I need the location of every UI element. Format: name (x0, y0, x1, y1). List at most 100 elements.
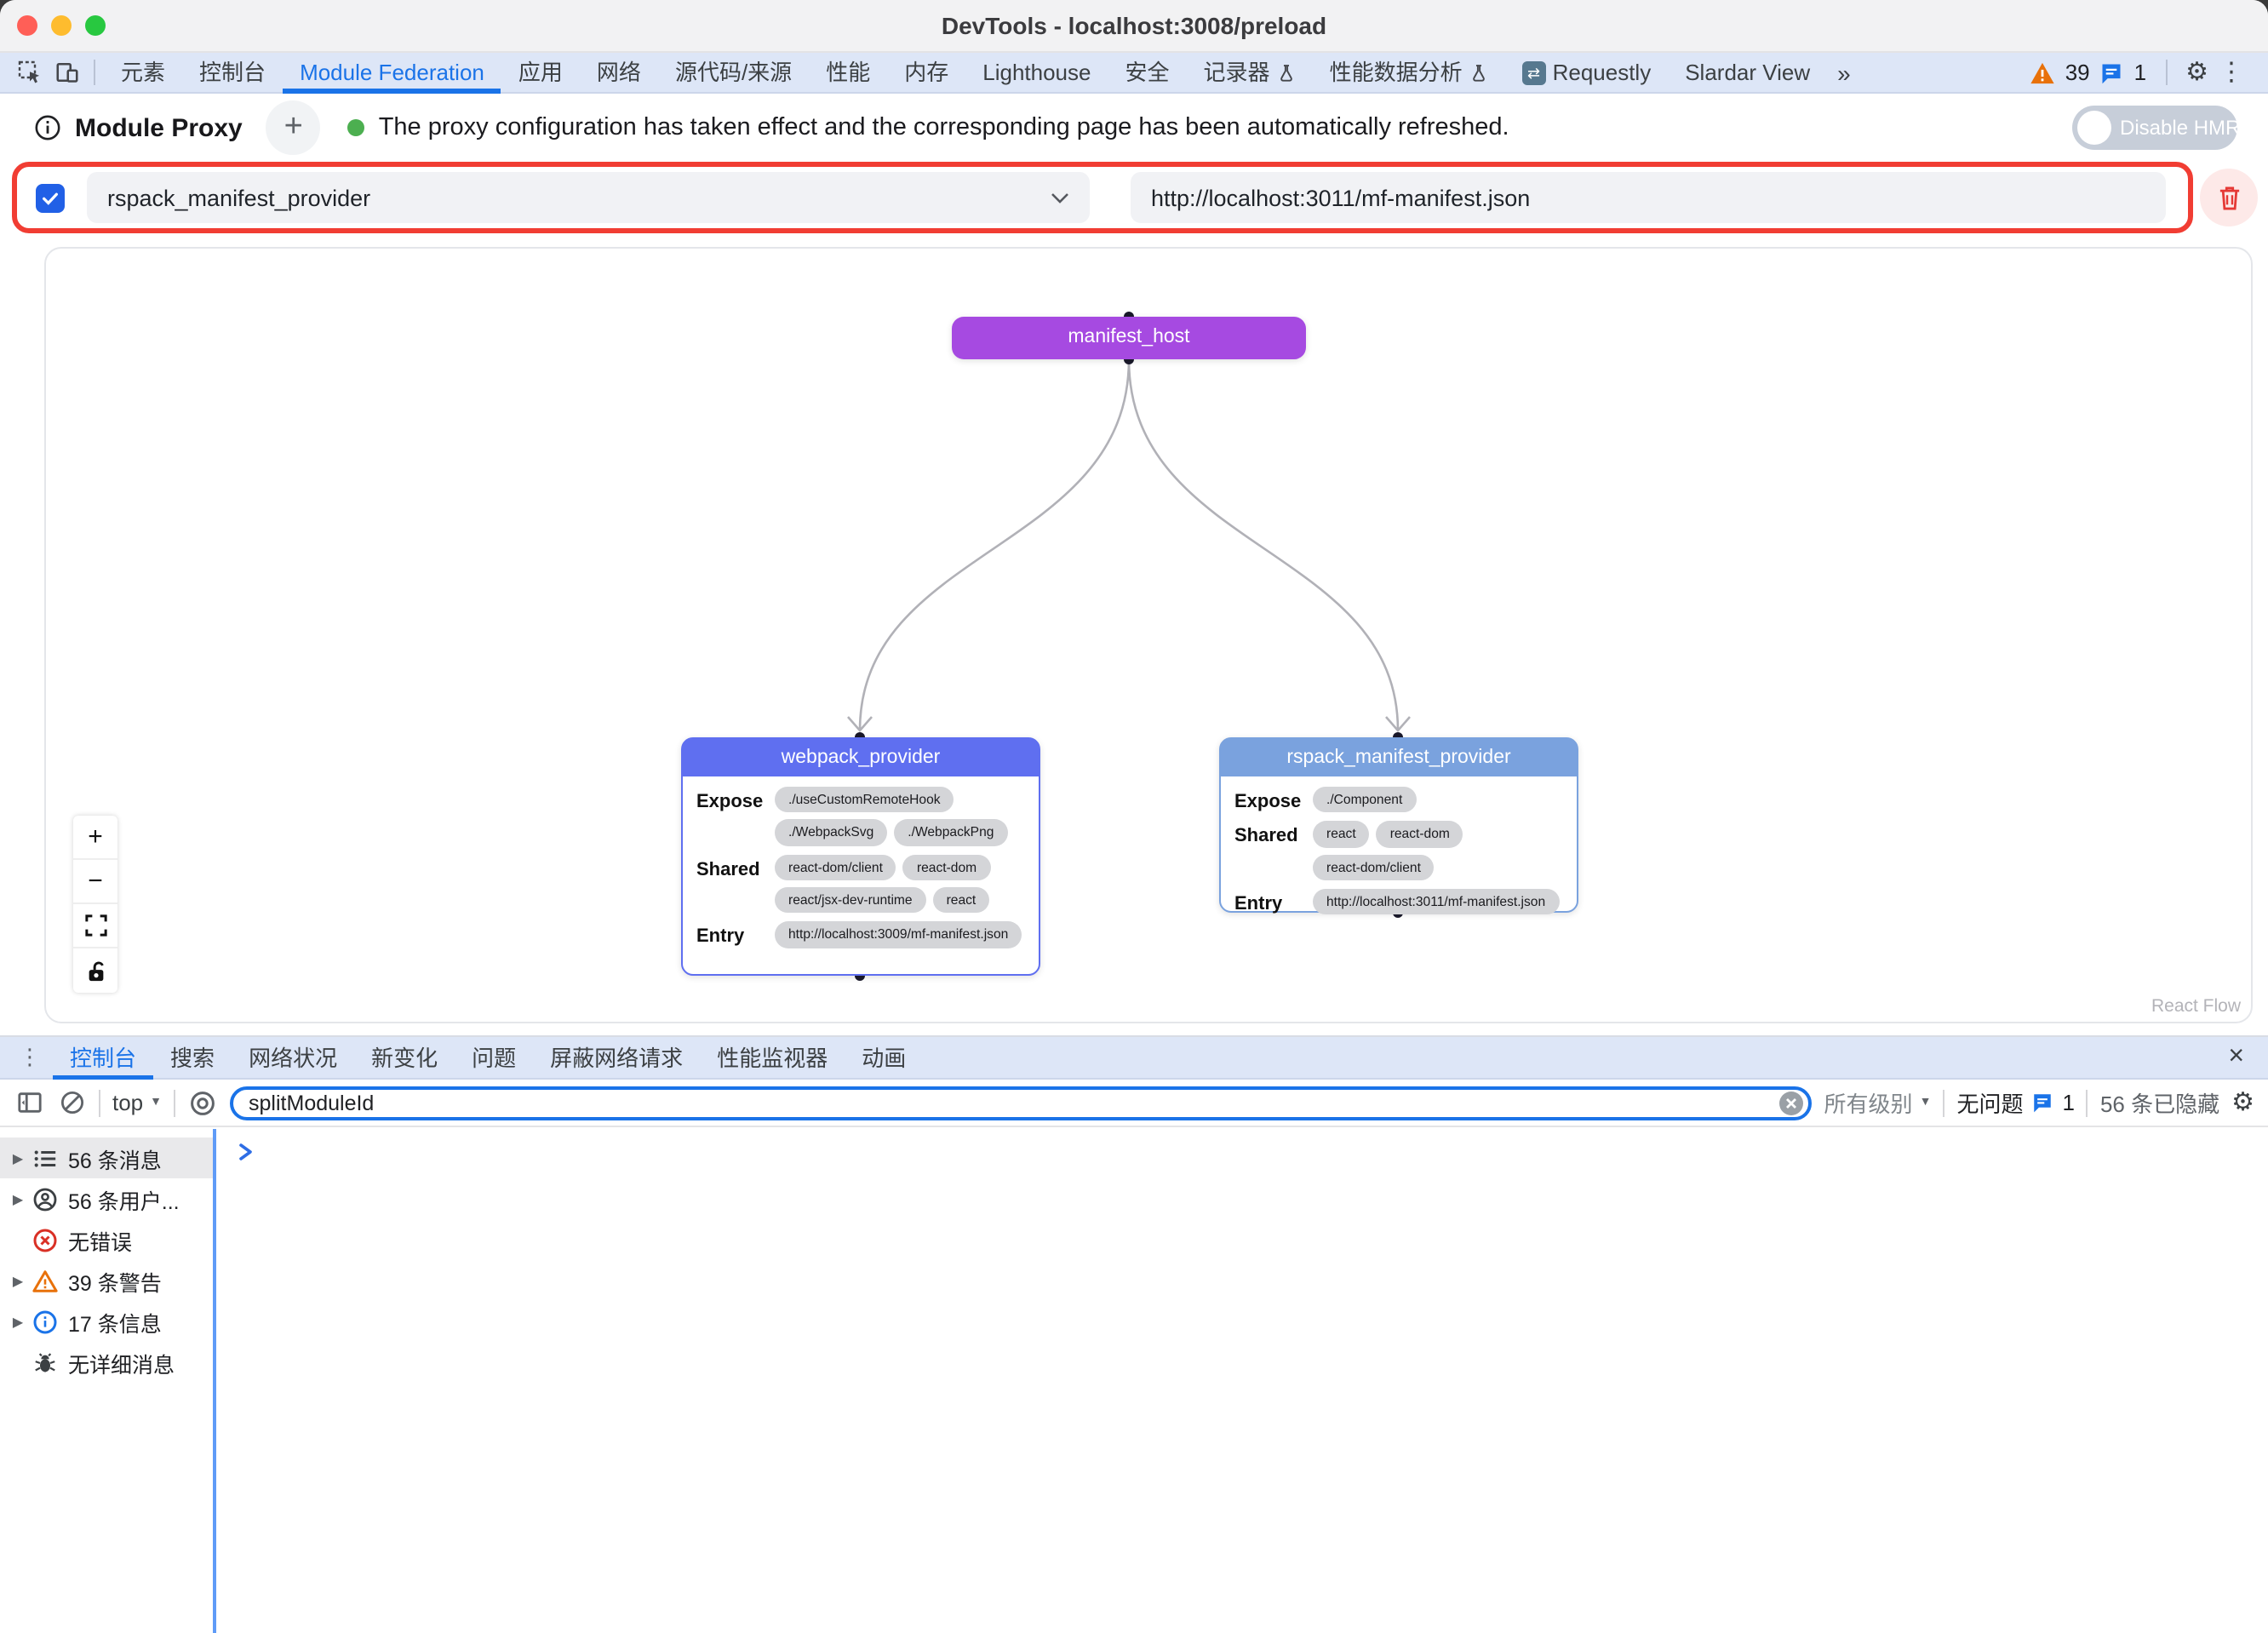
tab-module-federation[interactable]: Module Federation (283, 52, 501, 93)
minimize-window-button[interactable] (51, 15, 72, 36)
device-toolbar-icon[interactable] (48, 54, 85, 91)
more-options-icon[interactable]: ⋮ (2219, 60, 2244, 85)
sidebar-item-verbose[interactable]: 无详细消息 (0, 1342, 213, 1383)
divider (94, 60, 95, 85)
close-drawer-icon[interactable]: × (2228, 1044, 2244, 1071)
tag-pill: react-dom/client (775, 854, 896, 880)
proxy-panel-title: Module Proxy (75, 113, 243, 142)
shared-pills: reactreact-domreact-dom/client (1313, 822, 1563, 880)
tab-elements[interactable]: 元素 (104, 52, 182, 93)
console-settings-gear-icon[interactable]: ⚙ (2231, 1090, 2254, 1115)
more-tabs-icon[interactable]: » (1827, 59, 1861, 86)
console-filter-input[interactable] (233, 1089, 1809, 1116)
context-selector[interactable]: top▼ (112, 1090, 162, 1115)
tab-performance[interactable]: 性能 (809, 52, 887, 93)
divider (1943, 1089, 1944, 1116)
provider-select-value: rspack_manifest_provider (107, 185, 1051, 210)
tab-application[interactable]: 应用 (501, 52, 580, 93)
bug-icon (31, 1349, 58, 1376)
drawer-tab-performance-monitor[interactable]: 性能监视器 (700, 1036, 845, 1079)
drawer-tab-network-blocking[interactable]: 屏蔽网络请求 (533, 1036, 700, 1079)
tab-memory[interactable]: 内存 (887, 52, 965, 93)
node-webpack-provider[interactable]: webpack_provider Expose./useCustomRemote… (681, 737, 1040, 976)
message-icon[interactable] (2100, 60, 2124, 84)
drawer-tab-console[interactable]: 控制台 (53, 1036, 153, 1079)
rule-enabled-checkbox[interactable] (36, 183, 65, 212)
zoom-out-button[interactable]: − (73, 860, 117, 904)
expose-pills: ./Component (1313, 787, 1416, 813)
tab-performance-insights[interactable]: 性能数据分析 (1313, 52, 1505, 93)
hidden-messages-count[interactable]: 56 条已隐藏 (2100, 1086, 2219, 1119)
sidebar-item-warnings[interactable]: ▶ 39 条警告 (0, 1260, 213, 1301)
expose-pills: ./useCustomRemoteHook./WebpackSvg./Webpa… (775, 787, 1025, 845)
drawer-tab-changes[interactable]: 新变化 (354, 1036, 455, 1079)
tab-sources[interactable]: 源代码/来源 (658, 52, 809, 93)
info-icon (34, 114, 61, 141)
close-window-button[interactable] (17, 15, 37, 36)
sidebar-item-user-messages[interactable]: ▶ 56 条用户... (0, 1178, 213, 1219)
divider (2087, 1089, 2088, 1116)
console-sidebar-toggle-icon[interactable] (14, 1087, 44, 1118)
sidebar-item-info[interactable]: ▶ 17 条信息 (0, 1301, 213, 1342)
tag-pill: react/jsx-dev-runtime (775, 887, 926, 914)
drawer-tab-network-conditions[interactable]: 网络状况 (232, 1036, 354, 1079)
drawer-menu-icon[interactable]: ⋮ (7, 1044, 53, 1071)
disable-hmr-toggle[interactable]: Disable HMR (2072, 106, 2237, 150)
tab-security[interactable]: 安全 (1108, 52, 1187, 93)
console-toolbar: top▼ 所有级别▼ 无问题 1 56 条已隐藏 ⚙ (0, 1080, 2268, 1127)
sidebar-item-messages[interactable]: ▶ 56 条消息 (0, 1137, 213, 1178)
eye-icon[interactable] (187, 1087, 218, 1118)
console-body: ▶ 56 条消息 ▶ 56 条用户... 无错误 ▶ 39 条 (0, 1129, 2268, 1633)
flask-icon (1469, 62, 1488, 83)
settings-gear-icon[interactable]: ⚙ (2185, 60, 2208, 85)
tab-requestly[interactable]: ⇄Requestly (1505, 52, 1669, 93)
tab-network[interactable]: 网络 (580, 52, 658, 93)
tab-lighthouse[interactable]: Lighthouse (965, 52, 1108, 93)
clear-console-icon[interactable] (56, 1087, 87, 1118)
drawer-tab-animations[interactable]: 动画 (845, 1036, 923, 1079)
collapse-arrow-icon[interactable]: ▶ (9, 1314, 27, 1329)
message-count[interactable]: 1 (2134, 60, 2146, 85)
warning-icon[interactable] (2030, 60, 2055, 84)
zoom-in-button[interactable]: + (73, 816, 117, 860)
manifest-url-input[interactable] (1131, 172, 2166, 223)
entry-label: Entry (696, 922, 775, 948)
sidebar-resize-handle[interactable] (213, 1129, 216, 1633)
lock-button[interactable] (73, 948, 117, 993)
node-manifest-host[interactable]: manifest_host (952, 317, 1306, 359)
node-rspack-manifest-provider[interactable]: rspack_manifest_provider Expose./Compone… (1219, 737, 1578, 913)
console-sidebar: ▶ 56 条消息 ▶ 56 条用户... 无错误 ▶ 39 条 (0, 1129, 213, 1633)
warning-count[interactable]: 39 (2065, 60, 2090, 85)
expose-label: Expose (1234, 787, 1313, 812)
delete-rule-button[interactable] (2200, 169, 2258, 226)
divider (174, 1089, 175, 1116)
expose-label: Expose (696, 787, 775, 812)
log-levels-dropdown[interactable]: 所有级别▼ (1824, 1086, 1932, 1119)
chevron-down-icon: ▼ (150, 1097, 162, 1109)
fit-view-button[interactable] (73, 904, 117, 948)
tab-slardar-view[interactable]: Slardar View (1668, 52, 1827, 93)
node-title: webpack_provider (683, 739, 1039, 776)
module-proxy-bar: Module Proxy + The proxy configuration h… (0, 94, 2268, 162)
provider-select[interactable]: rspack_manifest_provider (87, 172, 1090, 223)
flow-controls: + − (73, 816, 117, 993)
drawer-tab-issues[interactable]: 问题 (455, 1036, 533, 1079)
tab-console[interactable]: 控制台 (182, 52, 283, 93)
clear-filter-icon[interactable] (1780, 1091, 1804, 1114)
tab-recorder[interactable]: 记录器 (1187, 52, 1313, 93)
sidebar-item-errors[interactable]: 无错误 (0, 1219, 213, 1260)
inspect-element-icon[interactable] (10, 54, 48, 91)
flask-icon (1277, 62, 1296, 83)
collapse-arrow-icon[interactable]: ▶ (9, 1273, 27, 1288)
module-graph-canvas[interactable]: manifest_host webpack_provider Expose./u… (44, 247, 2253, 1023)
maximize-window-button[interactable] (85, 15, 106, 36)
console-prompt-chevron-icon[interactable] (237, 1139, 257, 1160)
collapse-arrow-icon[interactable]: ▶ (9, 1191, 27, 1206)
titlebar: DevTools - localhost:3008/preload (0, 0, 2268, 53)
issues-summary[interactable]: 无问题 1 (1956, 1086, 2075, 1119)
collapse-arrow-icon[interactable]: ▶ (9, 1150, 27, 1166)
react-flow-attribution[interactable]: React Flow (2151, 996, 2241, 1017)
drawer-tab-search[interactable]: 搜索 (153, 1036, 232, 1079)
tag-pill: ./Component (1313, 787, 1416, 813)
add-proxy-rule-button[interactable]: + (266, 100, 321, 155)
